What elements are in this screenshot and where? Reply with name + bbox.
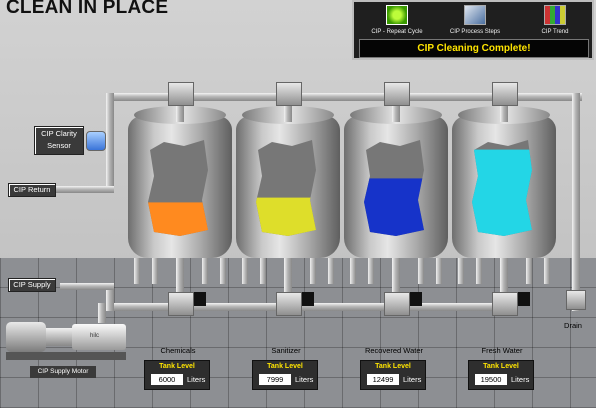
tank-fluid bbox=[148, 202, 208, 236]
tank-level-unit: Liters bbox=[511, 375, 530, 384]
tank-inlet-valve[interactable] bbox=[492, 82, 518, 106]
control-panel: CIP - Repeat Cycle CIP Process Steps CIP… bbox=[352, 0, 594, 60]
page-title: CLEAN IN PLACE bbox=[6, 0, 169, 18]
valve-actuator-icon bbox=[302, 292, 314, 306]
return-riser-pipe bbox=[106, 93, 114, 193]
status-banner: CIP Cleaning Complete! bbox=[359, 39, 589, 58]
repeat-cycle-icon bbox=[386, 5, 408, 25]
tank-inlet-valve[interactable] bbox=[168, 82, 194, 106]
trend-button[interactable]: CIP Trend bbox=[518, 5, 592, 39]
tank-level-heading: Tank Level bbox=[267, 363, 303, 370]
tank-level-unit: Liters bbox=[403, 375, 422, 384]
cip-supply-pump-motor[interactable]: hilc bbox=[6, 318, 126, 362]
drain-label: Drain bbox=[564, 321, 582, 330]
valve-actuator-icon bbox=[518, 292, 530, 306]
tank-level-value: 12499 bbox=[367, 374, 399, 385]
tank-name-label: Recovered Water bbox=[364, 346, 424, 355]
tank-level-unit: Liters bbox=[295, 375, 314, 384]
supply-outlet-pipe bbox=[60, 283, 114, 290]
tank-level-value: 6000 bbox=[151, 374, 183, 385]
tank-name-label: Fresh Water bbox=[481, 346, 523, 355]
tank-level-heading: Tank Level bbox=[483, 363, 519, 370]
valve-actuator-icon bbox=[194, 292, 206, 306]
cip-supply-tag: CIP Supply bbox=[8, 278, 56, 292]
clarity-sensor-tag: CIP Clarity Sensor bbox=[34, 126, 84, 155]
valve-actuator-icon bbox=[410, 292, 422, 306]
tank-name-label: Sanitizer bbox=[271, 346, 301, 355]
tank-1[interactable] bbox=[236, 106, 340, 258]
supply-motor-tag: CIP Supply Motor bbox=[30, 366, 96, 378]
tank-2[interactable] bbox=[344, 106, 448, 258]
motor-body bbox=[6, 322, 46, 352]
tank-level-value: 7999 bbox=[259, 374, 291, 385]
tank-outlet-valve[interactable] bbox=[492, 292, 518, 316]
tank-level-heading: Tank Level bbox=[159, 363, 195, 370]
tank-outlet-valve[interactable] bbox=[384, 292, 410, 316]
tank-sight-window bbox=[148, 140, 208, 236]
return-outlet-pipe bbox=[56, 186, 114, 193]
tank-3[interactable] bbox=[452, 106, 556, 258]
tank-outlet-valve[interactable] bbox=[168, 292, 194, 316]
tank-level-display: Tank Level 12499 Liters bbox=[360, 360, 426, 390]
tank-fluid bbox=[472, 149, 532, 236]
tank-outlet-valve[interactable] bbox=[276, 292, 302, 316]
repeat-cycle-button[interactable]: CIP - Repeat Cycle bbox=[360, 5, 434, 39]
cip-return-tag: CIP Return bbox=[8, 183, 56, 197]
tank-level-value: 19500 bbox=[475, 374, 507, 385]
trend-label: CIP Trend bbox=[541, 29, 569, 35]
tank-level-display: Tank Level 6000 Liters bbox=[144, 360, 210, 390]
process-steps-label: CIP Process Steps bbox=[449, 29, 501, 35]
clarity-sensor-device[interactable] bbox=[86, 131, 106, 151]
process-steps-button[interactable]: CIP Process Steps bbox=[438, 5, 512, 39]
pump-casing: hilc bbox=[72, 324, 126, 350]
coupling bbox=[46, 328, 72, 346]
tank-0[interactable] bbox=[128, 106, 232, 258]
tank-inlet-valve[interactable] bbox=[276, 82, 302, 106]
drain-pipe bbox=[572, 93, 580, 311]
tank-level-display: Tank Level 19500 Liters bbox=[468, 360, 534, 390]
tank-name-label: Chemicals bbox=[160, 346, 196, 355]
tank-sight-window bbox=[256, 140, 316, 236]
tank-sight-window bbox=[472, 140, 532, 236]
process-steps-icon bbox=[464, 5, 486, 25]
tank-level-display: Tank Level 7999 Liters bbox=[252, 360, 318, 390]
tank-level-heading: Tank Level bbox=[375, 363, 411, 370]
tank-fluid bbox=[364, 178, 424, 236]
tank-sight-window bbox=[364, 140, 424, 236]
repeat-cycle-label: CIP - Repeat Cycle bbox=[371, 29, 423, 35]
pump-nameplate: hilc bbox=[90, 333, 100, 339]
tank-inlet-valve[interactable] bbox=[384, 82, 410, 106]
drain-valve[interactable] bbox=[566, 290, 586, 310]
trend-icon bbox=[544, 5, 566, 25]
tank-level-unit: Liters bbox=[187, 375, 206, 384]
tank-fluid bbox=[256, 197, 316, 236]
motor-base bbox=[6, 352, 126, 360]
